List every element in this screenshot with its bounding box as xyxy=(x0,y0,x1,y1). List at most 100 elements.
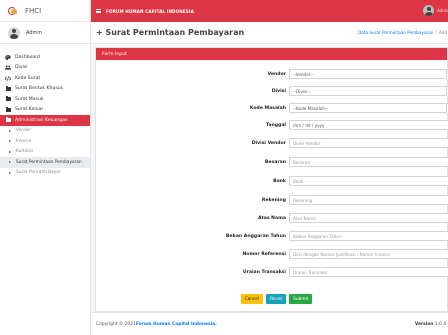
sidebar-item-surat-masuk[interactable]: Surat Masuk xyxy=(0,94,90,105)
caret-right-icon xyxy=(9,129,11,132)
field-label: Besaran xyxy=(264,159,286,165)
form-row-rekening: Rekening Rekening xyxy=(96,195,448,205)
sidebar-item-label: Kode Surat xyxy=(15,75,41,81)
sidebar-item-label: Surat Masuk xyxy=(15,96,44,102)
sidebar-user-name: Admin xyxy=(26,29,42,36)
folder-icon xyxy=(5,106,11,112)
field-label: Rekening xyxy=(261,197,286,203)
folder-icon xyxy=(5,85,11,91)
footer-copyright: Copyright © 2021 xyxy=(96,321,136,327)
palette-icon xyxy=(5,54,11,60)
submenu-item-surat-perintah-bayar[interactable]: Surat Perintah Bayar xyxy=(0,168,90,179)
breadcrumb-link[interactable]: Data Surat Permintaan Pembayaran xyxy=(358,30,433,35)
form-row-vendor: Vendor --Vendor-- xyxy=(96,69,448,79)
field-label: Kode Masalah xyxy=(249,105,286,111)
form-row-kode-masalah: Kode Masalah --Kode Masalah-- xyxy=(96,103,448,113)
topbar: FORUM HUMAN CAPITAL INDONESIA Admin xyxy=(91,0,448,22)
field-label: Nomor Referensi xyxy=(242,251,286,257)
sidebar-user[interactable]: Admin xyxy=(0,22,90,44)
divisi-vendor-input[interactable]: Divisi Vendor xyxy=(289,138,448,148)
form-row-uraian-transaksi: Uraian Transaksi Uraian Transaksi xyxy=(96,267,448,277)
folder-icon xyxy=(5,96,11,102)
submenu-item-label: Surat Perintah Bayar xyxy=(16,170,61,176)
caret-right-icon xyxy=(9,171,11,174)
form-row-tanggal: Tanggal mm / dd / yyyy xyxy=(96,120,448,130)
avatar xyxy=(8,26,20,39)
footer-version-label: Version xyxy=(414,322,434,327)
bank-input[interactable]: Bank xyxy=(289,176,448,186)
submenu-item-vendor[interactable]: Vendor xyxy=(0,126,90,137)
rekening-input[interactable]: Rekening xyxy=(289,195,448,205)
form-row-nomor-referensi: Nomor Referensi Diisi dengan Nomor Justi… xyxy=(96,249,448,259)
footer-dot: . xyxy=(215,321,217,327)
submenu-item-surat-permintaan-pembayaran[interactable]: Surat Permintaan Pembayaran xyxy=(0,157,90,168)
fhci-logo-icon xyxy=(8,6,20,16)
footer-org-link[interactable]: Forum Human Capital Indonesia xyxy=(136,322,215,327)
form-row-divisi-vendor: Divisi Vendor Divisi Vendor xyxy=(96,138,448,148)
form-row-bank: Bank Bank xyxy=(96,176,448,186)
avatar xyxy=(423,5,434,16)
caret-right-icon xyxy=(9,161,11,164)
form-row-divisi: Divisi --Divisi-- xyxy=(96,86,448,96)
field-label: Bank xyxy=(273,178,286,184)
reset-button[interactable]: Reset xyxy=(266,294,287,304)
tanggal-date-input[interactable]: mm / dd / yyyy xyxy=(289,120,448,130)
submenu-item-label: Surat Permintaan Pembayaran xyxy=(16,159,82,165)
caret-right-icon xyxy=(9,150,11,153)
sidebar-item-dashboard[interactable]: Dashboard xyxy=(0,52,90,63)
sidebar-item-label: Dashboard xyxy=(15,54,40,60)
sidebar-item-label: Surat Bentuk Khusus xyxy=(15,86,64,92)
breadcrumb-separator: / xyxy=(435,30,437,35)
page-title: + Surat Permintaan Pembayaran xyxy=(96,28,245,37)
field-label: Beban Anggaran Tahun xyxy=(225,233,286,239)
topbar-user-name: Admin xyxy=(437,8,448,13)
sidebar-item-label: Administrasi Keuangan xyxy=(15,117,68,123)
brand[interactable]: FHCI xyxy=(0,0,90,22)
form-card: Form Input Vendor --Vendor-- Divisi --Di… xyxy=(95,47,448,312)
code-icon xyxy=(5,76,11,81)
nomor-referensi-input[interactable]: Diisi dengan Nomor Justifikasi / Nomor I… xyxy=(289,249,448,259)
page-header: + Surat Permintaan Pembayaran Data Surat… xyxy=(91,22,448,44)
topbar-user[interactable]: Admin xyxy=(423,5,448,16)
breadcrumb: Data Surat Permintaan Pembayaran / Add xyxy=(358,30,447,35)
field-label: Divisi xyxy=(271,88,286,94)
sidebar-item-kode-surat[interactable]: Kode Surat xyxy=(0,73,90,84)
users-icon xyxy=(5,65,11,70)
form-row-besaran: Besaran Besaran xyxy=(96,157,448,167)
footer-version: Version 1.0.4 xyxy=(415,322,446,327)
footer-version-number: 1.0.4 xyxy=(433,322,446,327)
submenu-item-label: Kuitansi xyxy=(16,149,33,155)
uraian-transaksi-input[interactable]: Uraian Transaksi xyxy=(289,267,448,277)
vendor-select[interactable]: --Vendor-- xyxy=(289,69,448,79)
sidebar-item-label: Surat Keluar xyxy=(15,107,44,113)
folder-icon xyxy=(5,117,11,123)
atas-nama-input[interactable]: Atas Nama xyxy=(289,213,448,223)
submenu-item-kuitansi[interactable]: Kuitansi xyxy=(0,147,90,158)
sidebar-item-administrasi-keuangan[interactable]: Administrasi Keuangan xyxy=(0,115,90,126)
field-label: Atas Nama xyxy=(257,215,286,221)
sidebar-item-divisi[interactable]: Divisi xyxy=(0,63,90,74)
field-label: Vendor xyxy=(267,71,286,77)
form-row-beban-anggaran-tahun: Beban Anggaran Tahun Beban Anggaran Tahu… xyxy=(96,231,448,241)
card-title: Form Input xyxy=(96,48,447,60)
besaran-input[interactable]: Besaran xyxy=(289,157,448,167)
submit-button[interactable]: Submit xyxy=(289,294,313,304)
field-label: Tanggal xyxy=(265,122,286,128)
sidebar-item-surat-bentuk-khusus[interactable]: Surat Bentuk Khusus xyxy=(0,84,90,95)
footer: Copyright © 2021 Forum Human Capital Ind… xyxy=(91,312,448,335)
kode-masalah-select[interactable]: --Kode Masalah-- xyxy=(289,103,448,113)
submenu-item-label: Vendor xyxy=(16,128,32,134)
beban-anggaran-tahun-input[interactable]: Beban Anggaran Tahun xyxy=(289,231,448,241)
hamburger-icon[interactable] xyxy=(96,9,101,13)
form-row-atas-nama: Atas Nama Atas Nama xyxy=(96,213,448,223)
sidebar-item-label: Divisi xyxy=(15,65,28,71)
submenu-item-label: Invoice xyxy=(16,138,32,144)
divisi-select[interactable]: --Divisi-- xyxy=(289,86,448,96)
cancel-button[interactable]: Cancel xyxy=(240,294,264,304)
field-label: Uraian Transaksi xyxy=(242,269,286,275)
topbar-title: FORUM HUMAN CAPITAL INDONESIA xyxy=(106,8,194,14)
sidebar-menu: Dashboard Divisi Kode Surat Surat Bentuk… xyxy=(0,44,90,178)
sidebar-item-surat-keluar[interactable]: Surat Keluar xyxy=(0,105,90,116)
sidebar: FHCI Admin Dashboard Divisi Kode Surat S… xyxy=(0,0,91,335)
submenu-item-invoice[interactable]: Invoice xyxy=(0,136,90,147)
